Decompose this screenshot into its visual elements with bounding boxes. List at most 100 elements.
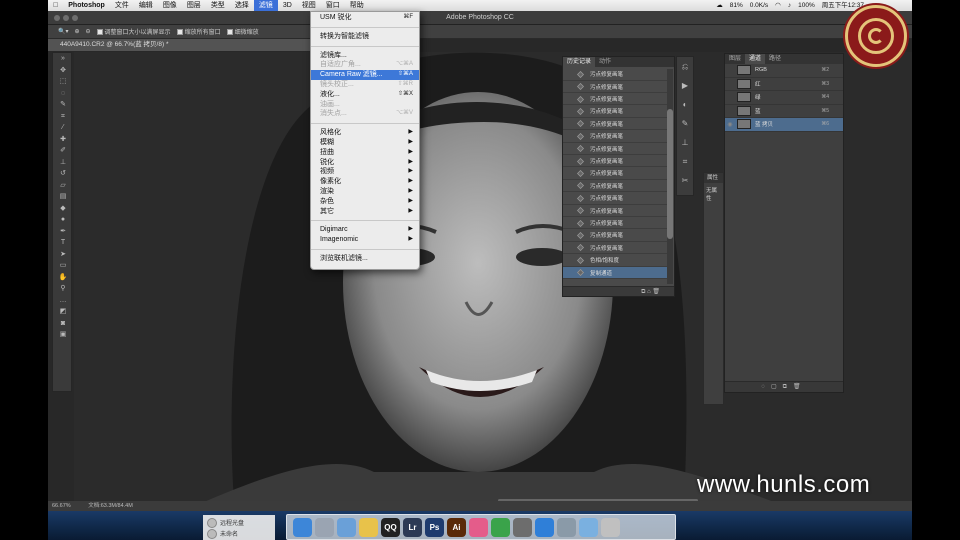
battery-percent[interactable]: 81%	[730, 0, 743, 11]
tab-layers[interactable]: 图层	[725, 54, 745, 64]
history-row[interactable]: 污点修复画笔	[563, 168, 667, 180]
menu-select[interactable]: 选择	[230, 0, 254, 11]
menu-type[interactable]: 类型	[206, 0, 230, 11]
filter-menu-item[interactable]: 滤镜库...	[311, 51, 419, 61]
menu-filter[interactable]: 滤镜	[253, 0, 278, 11]
eyedropper-icon[interactable]: ⁄	[53, 122, 73, 134]
zoom-out-icon[interactable]: ⊖	[86, 28, 91, 35]
info-panel-icon[interactable]: ⌗	[677, 152, 693, 171]
type-tool-icon[interactable]: T	[53, 237, 73, 249]
gradient-tool-icon[interactable]: ▤	[53, 191, 73, 203]
minimize-window-icon[interactable]	[63, 15, 69, 21]
history-row[interactable]: 污点修复画笔	[563, 243, 667, 255]
wifi-icon[interactable]: ◠	[775, 0, 781, 11]
camera-icon[interactable]: ⌂	[647, 289, 651, 295]
collapse-icon[interactable]: »	[53, 53, 73, 65]
history-row[interactable]: 复制通道	[563, 267, 667, 279]
menu-help[interactable]: 帮助	[345, 0, 369, 11]
hand-tool-icon[interactable]: ✋	[53, 272, 73, 284]
tab-actions[interactable]: 动作	[595, 57, 615, 67]
path-select-icon[interactable]: ➤	[53, 249, 73, 261]
marquee-tool-icon[interactable]: ⬚	[53, 76, 73, 88]
history-row[interactable]: 污点修复画笔	[563, 119, 667, 131]
channel-row[interactable]: 红 ⌘3	[725, 78, 843, 91]
document-tab[interactable]: 440A9410.CR2 @ 66.7%(蓝 拷贝/8) *	[48, 39, 348, 51]
history-row[interactable]: 污点修复画笔	[563, 94, 667, 106]
filter-menu-item[interactable]: Camera Raw 滤镜... ⇧⌘A	[311, 70, 419, 80]
channel-row[interactable]: ◉ 蓝 拷贝 ⌘6	[725, 118, 843, 132]
more-tools-icon[interactable]: …	[53, 295, 73, 307]
option-resize-windows[interactable]: 调整窗口大小以满屏显示	[96, 27, 171, 36]
properties-tab[interactable]: 属性	[704, 173, 723, 183]
load-selection-icon[interactable]: ◌	[761, 384, 771, 390]
save-mask-icon[interactable]: ▢	[771, 384, 783, 390]
history-row[interactable]: 污点修复画笔	[563, 131, 667, 143]
folder-icon[interactable]	[579, 517, 598, 537]
lasso-tool-icon[interactable]: ◌	[53, 88, 73, 100]
history-row[interactable]: 污点修复画笔	[563, 218, 667, 230]
filter-menu-item[interactable]: 浏览联机滤镜...	[311, 254, 419, 264]
move-tool-icon[interactable]: ✥	[53, 65, 73, 77]
history-scrollbar[interactable]	[667, 69, 673, 284]
menu-file[interactable]: 文件	[110, 0, 134, 11]
history-row[interactable]: 污点修复画笔	[563, 143, 667, 155]
ps-icon[interactable]: Ps	[425, 517, 444, 537]
clone-panel-icon[interactable]: ⊥	[677, 133, 693, 152]
trash-icon[interactable]	[601, 517, 620, 537]
finder-item[interactable]: 未命名	[207, 528, 271, 539]
photos-icon[interactable]	[469, 517, 488, 537]
blur-tool-icon[interactable]: ◆	[53, 203, 73, 215]
brush-tool-icon[interactable]: ✐	[53, 145, 73, 157]
tab-history[interactable]: 历史记录	[563, 57, 596, 67]
filter-menu-item[interactable]: 扭曲 ▶	[311, 148, 419, 158]
filter-menu-item[interactable]: 渲染 ▶	[311, 187, 419, 197]
new-channel-icon[interactable]: ⧉	[783, 384, 793, 390]
history-row[interactable]: 污点修复画笔	[563, 205, 667, 217]
quick-select-icon[interactable]: ✎	[53, 99, 73, 111]
filter-menu-item[interactable]: 液化... ⇧⌘X	[311, 90, 419, 100]
history-row[interactable]: 污点修复画笔	[563, 181, 667, 193]
menu-app-photoshop[interactable]: Photoshop	[63, 0, 110, 11]
crop-tool-icon[interactable]: ⌗	[53, 111, 73, 123]
zoom-tool-icon[interactable]: ⚲	[53, 283, 73, 295]
actions-panel-icon[interactable]: ▶	[677, 76, 693, 95]
ai-icon[interactable]: Ai	[447, 517, 466, 537]
history-row[interactable]: 污点修复画笔	[563, 193, 667, 205]
tab-channels[interactable]: 通道	[745, 54, 766, 64]
screenshot-icon[interactable]	[557, 517, 576, 537]
filter-menu-item[interactable]: 其它 ▶	[311, 207, 419, 217]
menu-3d[interactable]: 3D	[278, 0, 297, 11]
history-panel-icon[interactable]: ⎌	[677, 57, 693, 76]
dodge-tool-icon[interactable]: ●	[53, 214, 73, 226]
preview-icon[interactable]	[337, 517, 356, 537]
history-brush-icon[interactable]: ↺	[53, 168, 73, 180]
channel-row[interactable]: RGB ⌘2	[725, 64, 843, 78]
eraser-tool-icon[interactable]: ▱	[53, 180, 73, 192]
qq-icon[interactable]: QQ	[381, 517, 400, 537]
history-row[interactable]: 污点修复画笔	[563, 230, 667, 242]
menu-view[interactable]: 视图	[297, 0, 321, 11]
filter-menu-item[interactable]: 视频 ▶	[311, 167, 419, 177]
filter-menu-item[interactable]: Digimarc ▶	[311, 225, 419, 235]
snapshot-icon[interactable]: ⧉	[641, 289, 645, 295]
cloud-icon[interactable]: ☁	[716, 0, 723, 11]
adjust-panel-icon[interactable]: ◐	[677, 95, 693, 114]
history-row[interactable]: 污点修复画笔	[563, 156, 667, 168]
pen-tool-icon[interactable]: ✒	[53, 226, 73, 238]
tools-panel-icon[interactable]: ✂	[677, 171, 693, 190]
visibility-eye-icon[interactable]: ◉	[725, 121, 735, 128]
channel-row[interactable]: 蓝 ⌘5	[725, 105, 843, 118]
filter-menu-item[interactable]: 转换为智能滤镜	[311, 32, 419, 42]
trash-icon[interactable]: 🗑	[652, 289, 660, 295]
menu-window[interactable]: 窗口	[321, 0, 345, 11]
color-swatch-icon[interactable]: ◩	[53, 306, 73, 318]
zoom-window-icon[interactable]	[72, 15, 78, 21]
system-preferences-icon[interactable]	[513, 517, 532, 537]
chrome-icon[interactable]	[491, 517, 510, 537]
menu-layer[interactable]: 图层	[182, 0, 206, 11]
quick-mask-icon[interactable]: ◙	[53, 318, 73, 330]
shape-tool-icon[interactable]: ▭	[53, 260, 73, 272]
notes-icon[interactable]	[359, 517, 378, 537]
option-scrubby-zoom[interactable]: 细微缩放	[226, 27, 259, 36]
filter-menu-item[interactable]: 杂色 ▶	[311, 197, 419, 207]
